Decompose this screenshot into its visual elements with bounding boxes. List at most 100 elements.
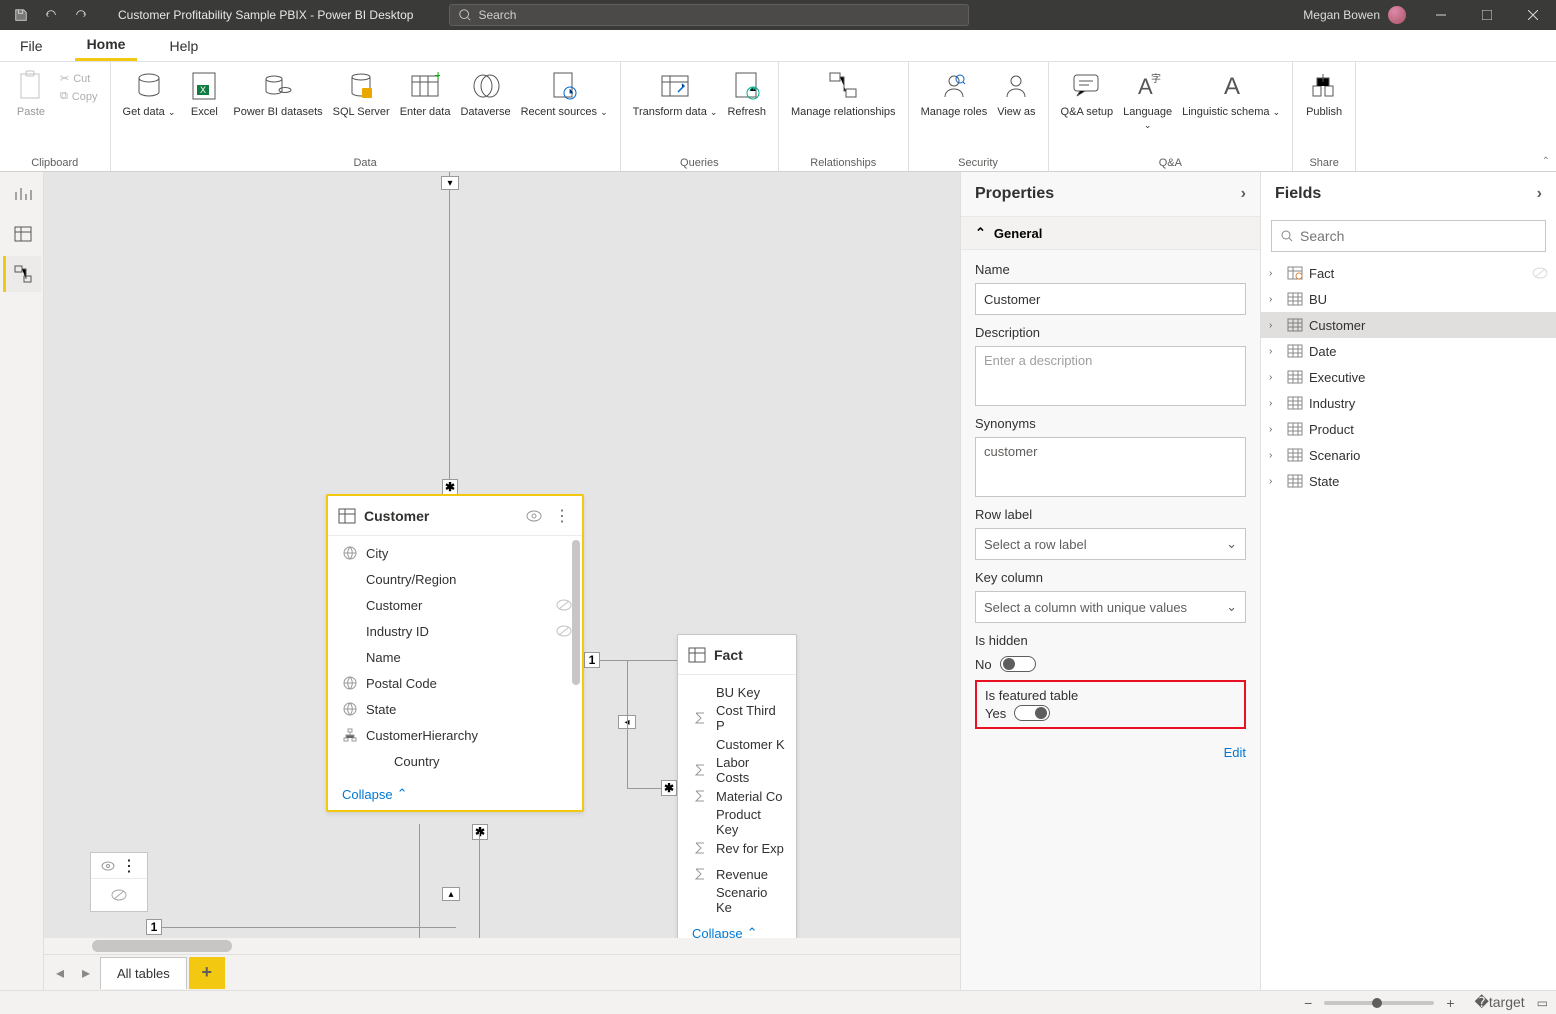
description-input[interactable] (975, 346, 1246, 406)
more-icon[interactable]: ⋮ (552, 504, 572, 528)
section-general[interactable]: ⌃ General (961, 216, 1260, 250)
chevron-up-icon: ⌃ (397, 786, 408, 802)
fields-table-row[interactable]: ›Product (1261, 416, 1556, 442)
fields-table-row[interactable]: ›BU (1261, 286, 1556, 312)
field-row[interactable]: Labor Costs (678, 757, 796, 783)
fields-search[interactable] (1271, 220, 1546, 252)
collapse-ribbon-icon[interactable]: ⌃ (1542, 156, 1550, 167)
field-row[interactable]: Customer K (678, 731, 796, 757)
field-row[interactable]: Scenario Ke (678, 887, 796, 913)
zoom-out-button[interactable]: − (1304, 995, 1312, 1011)
manage-roles-button[interactable]: Manage roles (917, 66, 992, 121)
fit-button[interactable]: �target (1475, 994, 1525, 1011)
table-customer[interactable]: Customer ⋮ CityCountry/RegionCustomerInd… (326, 494, 584, 812)
cardinality-many: ✱ (442, 479, 458, 495)
close-button[interactable] (1510, 0, 1556, 30)
fields-table-row[interactable]: ›Fact (1261, 260, 1556, 286)
maximize-button[interactable] (1464, 0, 1510, 30)
fields-table-row[interactable]: ›Customer (1261, 312, 1556, 338)
field-row[interactable]: BU Key (678, 679, 796, 705)
enter-data-button[interactable]: +Enter data (396, 66, 455, 121)
field-row[interactable]: Name (328, 644, 582, 670)
field-row[interactable]: Country/Region (328, 566, 582, 592)
field-row[interactable]: Rev for Exp (678, 835, 796, 861)
add-tab-button[interactable]: + (189, 957, 225, 989)
redo-icon[interactable] (68, 4, 94, 26)
collapse-pane-icon[interactable]: › (1537, 185, 1542, 203)
field-row[interactable]: Product Key (678, 809, 796, 835)
undo-icon[interactable] (38, 4, 64, 26)
zoom-slider[interactable] (1324, 1001, 1434, 1005)
minimize-button[interactable] (1418, 0, 1464, 30)
collapse-pane-icon[interactable]: › (1241, 185, 1246, 203)
ishidden-toggle[interactable] (1000, 656, 1036, 672)
fields-table-row[interactable]: ›Date (1261, 338, 1556, 364)
table-fact[interactable]: Fact BU KeyCost Third PCustomer KLabor C… (677, 634, 797, 938)
data-view-button[interactable] (3, 216, 41, 252)
field-row[interactable]: Industry ID (328, 618, 582, 644)
dataverse-button[interactable]: Dataverse (456, 66, 514, 121)
field-row[interactable]: Customer (328, 592, 582, 618)
manage-relationships-button[interactable]: Manage relationships (787, 66, 900, 121)
scrollbar[interactable] (572, 540, 580, 685)
synonyms-input[interactable] (975, 437, 1246, 497)
get-data-button[interactable]: Get data ⌄ (119, 66, 180, 121)
horizontal-scrollbar[interactable] (44, 938, 960, 954)
tab-file[interactable]: File (8, 30, 55, 61)
fields-table-row[interactable]: ›Scenario (1261, 442, 1556, 468)
paste-button[interactable]: Paste (8, 66, 54, 121)
report-view-button[interactable] (3, 176, 41, 212)
rowlabel-select[interactable]: Select a row label⌄ (975, 528, 1246, 560)
excel-button[interactable]: XExcel (181, 66, 227, 121)
collapse-button[interactable]: Collapse ⌃ (678, 917, 796, 938)
field-row[interactable]: City (328, 540, 582, 566)
user-menu[interactable]: Megan Bowen (1291, 6, 1418, 24)
field-row[interactable]: Country (328, 748, 582, 774)
fields-table-row[interactable]: ›Industry (1261, 390, 1556, 416)
copy-button[interactable]: ⧉Copy (56, 88, 102, 105)
model-view-button[interactable] (3, 256, 41, 292)
visibility-icon[interactable] (524, 508, 544, 524)
language-button[interactable]: A字Language⌄ (1119, 66, 1176, 133)
field-row[interactable]: Revenue (678, 861, 796, 887)
recent-sources-button[interactable]: Recent sources ⌄ (517, 66, 612, 121)
model-canvas[interactable]: ▾ ✱ ✱ ▴ 1 ◂ ✱ 1 Customer ⋮ (44, 172, 960, 938)
save-icon[interactable] (8, 4, 34, 26)
fields-table-row[interactable]: ›State (1261, 468, 1556, 494)
qa-setup-button[interactable]: Q&A setup (1057, 66, 1118, 121)
tab-home[interactable]: Home (75, 30, 138, 61)
collapse-button[interactable]: Collapse ⌃ (328, 778, 582, 810)
table-partial[interactable]: ⋮ (90, 852, 148, 912)
transform-data-button[interactable]: Transform data ⌄ (629, 66, 722, 121)
cut-button[interactable]: ✂Cut (56, 70, 102, 87)
name-input[interactable] (975, 283, 1246, 315)
publish-button[interactable]: Publish (1301, 66, 1347, 121)
refresh-button[interactable]: Refresh (723, 66, 770, 121)
keycolumn-select[interactable]: Select a column with unique values⌄ (975, 591, 1246, 623)
rowlabel-label: Row label (975, 507, 1246, 522)
fullscreen-button[interactable]: ▭ (1537, 996, 1548, 1010)
global-search[interactable]: Search (449, 4, 969, 26)
tab-help[interactable]: Help (157, 30, 210, 61)
field-name: State (366, 702, 572, 717)
more-icon[interactable]: ⋮ (121, 856, 137, 876)
fields-table-row[interactable]: ›Executive (1261, 364, 1556, 390)
field-row[interactable]: State (328, 696, 582, 722)
edit-link[interactable]: Edit (961, 741, 1260, 770)
prev-tab-button[interactable]: ◂ (48, 961, 72, 985)
excel-icon: X (186, 68, 222, 104)
visibility-icon[interactable] (101, 861, 115, 871)
next-tab-button[interactable]: ▸ (74, 961, 98, 985)
linguistic-schema-button[interactable]: ALinguistic schema ⌄ (1178, 66, 1284, 121)
featured-toggle[interactable] (1014, 705, 1050, 721)
fields-search-input[interactable] (1300, 228, 1537, 244)
view-as-button[interactable]: View as (993, 66, 1039, 121)
field-row[interactable]: CustomerHierarchy (328, 722, 582, 748)
sql-button[interactable]: SQL Server (329, 66, 394, 121)
zoom-in-button[interactable]: + (1446, 995, 1454, 1011)
field-row[interactable]: Postal Code (328, 670, 582, 696)
tab-all-tables[interactable]: All tables (100, 957, 187, 989)
field-row[interactable]: Cost Third P (678, 705, 796, 731)
pbi-datasets-button[interactable]: Power BI datasets (229, 66, 326, 121)
field-row[interactable]: Material Co (678, 783, 796, 809)
